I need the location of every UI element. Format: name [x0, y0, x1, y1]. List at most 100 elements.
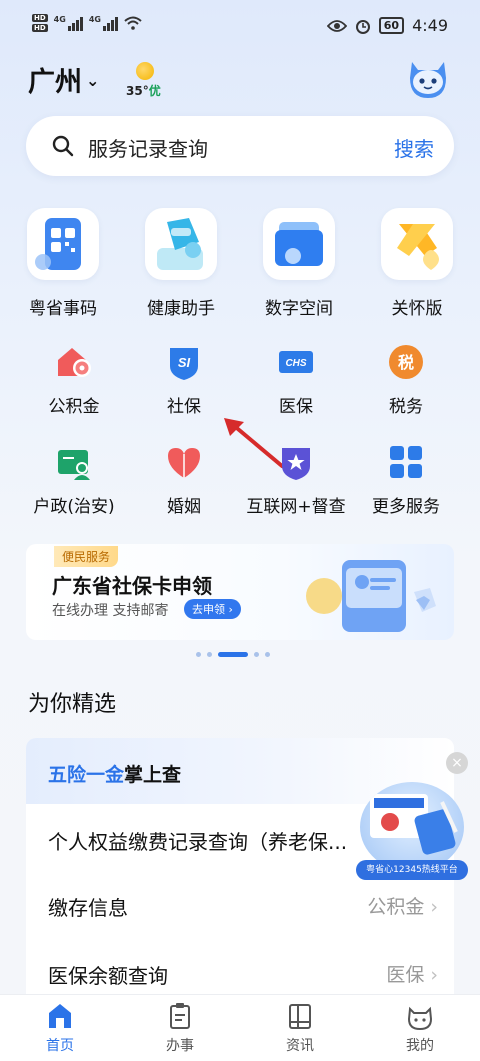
tab-label: 办事 [166, 1038, 194, 1054]
network-type: 4G [88, 15, 101, 24]
service-tax[interactable]: 税 税务 [346, 342, 466, 417]
medical-insurance-icon: CHS [276, 342, 316, 382]
supervision-icon [276, 442, 316, 482]
list-item-category: 公积金 › [367, 892, 438, 919]
carousel-dot [196, 652, 201, 657]
air-quality: 优 [148, 84, 161, 98]
tab-label: 首页 [46, 1038, 74, 1054]
eye-icon [326, 19, 347, 32]
service-health-assistant[interactable]: 健康助手 [126, 208, 236, 319]
service-medical-insurance[interactable]: CHS 医保 [236, 342, 356, 417]
banner-apply-label: 去申领 [192, 603, 225, 616]
status-left: HD HD 4G 4G [32, 14, 142, 32]
clock: 4:49 [412, 16, 448, 35]
search-input[interactable]: 服务记录查询 [88, 133, 208, 162]
service-label: 税务 [389, 397, 423, 417]
service-label: 婚姻 [167, 497, 201, 517]
section-title: 为你精选 [28, 692, 117, 717]
house-fund-icon [54, 342, 94, 382]
tab-news[interactable]: 资讯 [260, 1001, 340, 1055]
service-household[interactable]: 户政(治安) [14, 442, 134, 517]
banner-title: 广东省社保卡申领 [52, 574, 212, 598]
chevron-right-icon: › [430, 896, 438, 918]
tab-profile[interactable]: 我的 [380, 1001, 460, 1055]
service-care-version[interactable]: 关怀版 [362, 208, 472, 319]
hd-badge: HD [32, 14, 48, 22]
search-icon [52, 135, 74, 157]
list-item-name: 医保余额查询 [48, 964, 168, 988]
list-item-category-label: 公积金 [367, 896, 425, 918]
service-label: 互联网+督查 [246, 497, 346, 517]
qr-code-icon [27, 208, 99, 280]
tab-services[interactable]: 办事 [140, 1001, 220, 1055]
hd-indicators: HD HD [32, 14, 48, 32]
service-more[interactable]: 更多服务 [346, 442, 466, 517]
status-right: 60 4:49 [326, 16, 448, 35]
signal-icon: 4G [89, 15, 118, 31]
city-selector[interactable]: 广州 ⌄ [28, 60, 99, 99]
search-bar[interactable]: 服务记录查询 搜索 [26, 116, 454, 176]
service-internet-supervision[interactable]: 互联网+督查 [236, 442, 356, 517]
tax-icon: 税 [386, 342, 426, 382]
list-item-category: 医保 › [386, 960, 438, 987]
health-assistant-icon [145, 208, 217, 280]
weather-widget[interactable]: 35°优 [126, 58, 166, 102]
temperature: 35°优 [126, 82, 161, 99]
medical-icon-text: CHS [285, 358, 306, 369]
service-housing-fund[interactable]: 公积金 [14, 342, 134, 417]
carousel-dot [265, 652, 270, 657]
list-item[interactable]: 缴存信息 公积金 › [48, 884, 438, 924]
social-security-icon-text: SI [178, 355, 191, 370]
promo-banner[interactable]: 便民服务 广东省社保卡申领 在线办理 支持邮寄 去申领 › [26, 544, 454, 640]
list-item-name: 个人权益缴费记录查询（养老保... [48, 830, 348, 854]
carousel-indicator [196, 652, 270, 657]
list-item[interactable]: 医保余额查询 医保 › [48, 952, 438, 992]
carousel-dot [207, 652, 212, 657]
home-icon [49, 1004, 71, 1028]
digital-space-icon [263, 208, 335, 280]
service-digital-space[interactable]: 数字空间 [244, 208, 354, 319]
carousel-dot [254, 652, 259, 657]
banner-tag: 便民服务 [54, 546, 119, 567]
service-label: 户政(治安) [33, 497, 115, 517]
city-name: 广州 [28, 67, 82, 98]
wifi-icon [124, 16, 142, 30]
hotline-label: 粤省心12345热线平台 [356, 860, 468, 880]
social-security-icon: SI [164, 342, 204, 382]
banner-apply-button[interactable]: 去申领 › [184, 599, 241, 619]
chevron-down-icon: ⌄ [86, 71, 100, 90]
service-yueshengshi-code[interactable]: 粤省事码 [8, 208, 118, 319]
tax-icon-text: 税 [398, 353, 414, 372]
clipboard-icon [170, 1003, 190, 1029]
picks-card-title-rest: 掌上查 [124, 764, 182, 786]
service-social-security[interactable]: SI 社保 [124, 342, 244, 417]
tab-home[interactable]: 首页 [20, 1001, 100, 1055]
service-label: 更多服务 [372, 497, 440, 517]
close-icon[interactable]: × [446, 752, 468, 774]
list-item-name: 缴存信息 [48, 896, 128, 920]
search-button[interactable]: 搜索 [394, 133, 434, 162]
hd-badge: HD [32, 24, 48, 32]
profile-icon [407, 1006, 433, 1031]
care-ribbon-icon [381, 208, 453, 280]
list-item-category-label: 医保 [386, 964, 425, 986]
chevron-right-icon: › [430, 964, 438, 986]
service-label: 数字空间 [265, 299, 333, 319]
service-label: 健康助手 [147, 299, 215, 319]
news-icon [289, 1004, 311, 1029]
tab-label: 我的 [406, 1038, 434, 1054]
more-services-icon [386, 442, 426, 482]
bottom-tab-bar: 首页 办事 资讯 我的 [0, 994, 480, 1061]
service-marriage[interactable]: 婚姻 [124, 442, 244, 517]
alarm-icon [355, 19, 370, 34]
hotline-float-ad[interactable]: × 粤省心12345热线平台 [356, 752, 468, 884]
network-type: 4G [53, 15, 66, 24]
service-label: 关怀版 [391, 299, 443, 319]
picks-card-title: 五险一金掌上查 [48, 760, 181, 787]
hotline-illustration-icon [360, 782, 464, 872]
mascot-avatar-icon[interactable] [402, 52, 454, 102]
banner-subtitle: 在线办理 支持邮寄 [52, 603, 169, 619]
picks-card-title-highlight: 五险一金 [48, 764, 125, 786]
service-label: 公积金 [48, 397, 100, 417]
temperature-value: 35° [126, 84, 149, 98]
